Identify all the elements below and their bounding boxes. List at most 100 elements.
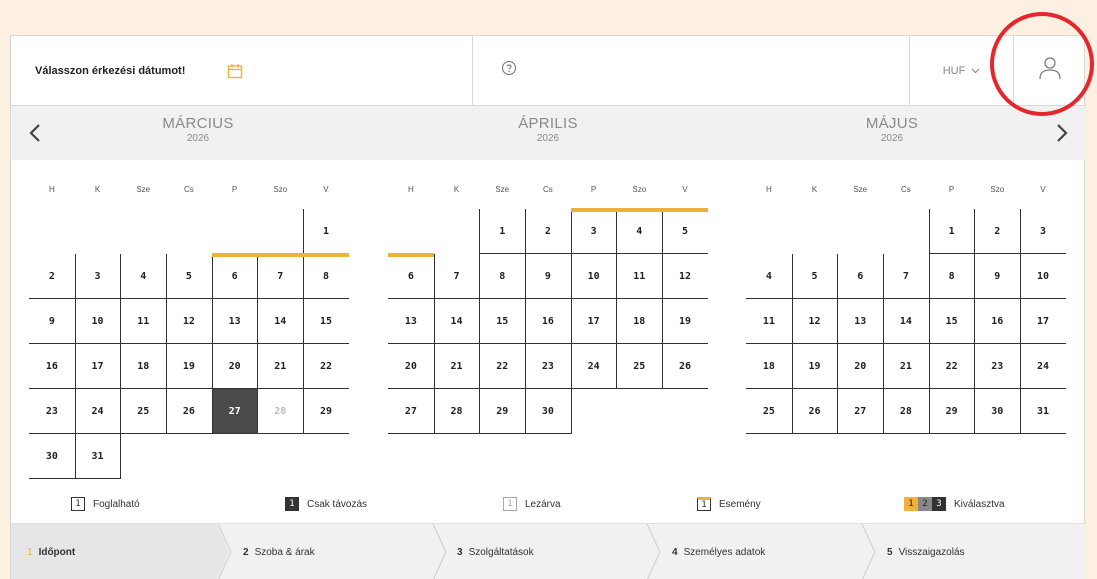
day-cell[interactable]: 13 [837, 299, 884, 344]
day-cell[interactable]: 6 [837, 254, 884, 299]
day-cell[interactable]: 6 [388, 253, 434, 299]
day-cell[interactable]: 2 [29, 254, 75, 299]
day-cell[interactable]: 31 [1020, 389, 1066, 434]
chevron-right-icon[interactable] [1052, 119, 1072, 147]
day-cell[interactable]: 30 [29, 434, 75, 479]
day-cell[interactable]: 31 [74, 434, 121, 479]
day-cell[interactable]: 12 [791, 299, 838, 344]
day-cell[interactable]: 11 [120, 299, 167, 344]
arrival-date-picker[interactable]: Válasszon érkezési dátumot! [11, 36, 473, 105]
day-cell[interactable]: 9 [525, 254, 571, 299]
day-cell[interactable]: 2 [525, 209, 571, 254]
day-cell[interactable]: 7 [433, 254, 480, 299]
day-cell[interactable]: 3 [74, 254, 121, 299]
day-cell[interactable]: 17 [1020, 299, 1066, 344]
day-cell[interactable]: 3 [570, 208, 617, 254]
day-cell[interactable]: 24 [74, 389, 121, 434]
day-cell[interactable]: 25 [120, 389, 167, 434]
day-cell[interactable]: 17 [74, 344, 121, 389]
step-confirmation[interactable]: 5 Visszaigazolás [887, 524, 965, 579]
day-cell[interactable]: 17 [570, 299, 617, 344]
day-cell[interactable]: 21 [433, 344, 480, 389]
day-cell[interactable]: 29 [928, 389, 975, 434]
day-cell[interactable]: 8 [928, 254, 975, 299]
day-cell[interactable]: 30 [525, 389, 571, 434]
day-cell[interactable]: 6 [211, 253, 258, 299]
day-cell[interactable]: 1 [303, 209, 349, 254]
step-date[interactable]: 1 Időpont [11, 524, 229, 579]
day-cell[interactable]: 22 [303, 344, 349, 389]
day-cell[interactable]: 19 [791, 344, 838, 389]
day-cell[interactable]: 8 [303, 253, 349, 299]
day-cell[interactable]: 13 [211, 299, 258, 344]
day-cell[interactable]: 11 [746, 299, 792, 344]
day-cell[interactable]: 30 [974, 389, 1021, 434]
day-cell[interactable]: 27 [837, 389, 884, 434]
day-cell[interactable]: 28 [883, 389, 929, 434]
day-cell[interactable]: 14 [883, 299, 929, 344]
day-cell[interactable]: 7 [257, 253, 304, 299]
day-cell[interactable]: 23 [974, 344, 1021, 389]
day-cell[interactable]: 15 [303, 299, 349, 344]
day-cell[interactable]: 28 [257, 389, 304, 434]
day-cell[interactable]: 21 [257, 344, 304, 389]
day-cell[interactable]: 4 [120, 254, 167, 299]
day-cell[interactable]: 29 [479, 389, 526, 434]
day-cell[interactable]: 9 [974, 254, 1021, 299]
day-cell[interactable]: 27 [211, 389, 258, 434]
help-icon[interactable] [501, 60, 517, 81]
day-cell[interactable]: 8 [479, 254, 526, 299]
day-cell[interactable]: 12 [662, 254, 708, 299]
step-services[interactable]: 3 Szolgáltatások [457, 524, 534, 579]
day-cell[interactable]: 18 [616, 299, 663, 344]
day-cell[interactable]: 13 [388, 299, 434, 344]
day-cell[interactable]: 27 [388, 389, 434, 434]
day-cell[interactable]: 26 [662, 344, 708, 389]
day-cell[interactable]: 24 [570, 344, 617, 389]
day-cell[interactable]: 19 [662, 299, 708, 344]
day-cell[interactable]: 16 [974, 299, 1021, 344]
day-cell[interactable]: 19 [166, 344, 212, 389]
day-cell[interactable]: 4 [616, 208, 663, 254]
day-cell[interactable]: 10 [570, 254, 617, 299]
day-cell[interactable]: 5 [166, 254, 212, 299]
day-cell[interactable]: 20 [211, 344, 258, 389]
day-cell[interactable]: 3 [1020, 209, 1066, 254]
day-cell[interactable]: 5 [791, 254, 838, 299]
day-cell[interactable]: 10 [74, 299, 121, 344]
day-cell[interactable]: 21 [883, 344, 929, 389]
day-cell[interactable]: 18 [746, 344, 792, 389]
day-cell[interactable]: 1 [479, 209, 526, 254]
day-cell[interactable]: 14 [257, 299, 304, 344]
day-cell[interactable]: 16 [29, 344, 75, 389]
day-cell[interactable]: 15 [479, 299, 526, 344]
day-cell[interactable]: 9 [29, 299, 75, 344]
day-cell[interactable]: 23 [29, 389, 75, 434]
day-cell[interactable]: 20 [388, 344, 434, 389]
day-cell[interactable]: 2 [974, 209, 1021, 254]
day-cell[interactable]: 18 [120, 344, 167, 389]
day-cell[interactable]: 1 [928, 209, 975, 254]
day-cell[interactable]: 25 [746, 389, 792, 434]
day-cell[interactable]: 29 [303, 389, 349, 434]
day-cell[interactable]: 22 [479, 344, 526, 389]
day-cell[interactable]: 24 [1020, 344, 1066, 389]
chevron-left-icon[interactable] [25, 119, 45, 147]
day-cell[interactable]: 14 [433, 299, 480, 344]
day-cell[interactable]: 7 [883, 254, 929, 299]
day-cell[interactable]: 25 [616, 344, 663, 389]
day-cell[interactable]: 12 [166, 299, 212, 344]
day-cell[interactable]: 10 [1020, 254, 1066, 299]
step-personal[interactable]: 4 Személyes adatok [672, 524, 765, 579]
day-cell[interactable]: 15 [928, 299, 975, 344]
day-cell[interactable]: 26 [166, 389, 212, 434]
day-cell[interactable]: 16 [525, 299, 571, 344]
day-cell[interactable]: 5 [662, 208, 708, 254]
day-cell[interactable]: 4 [746, 254, 792, 299]
calendar-icon[interactable] [227, 63, 243, 79]
day-cell[interactable]: 20 [837, 344, 884, 389]
day-cell[interactable]: 28 [433, 389, 480, 434]
day-cell[interactable]: 11 [616, 254, 663, 299]
step-room[interactable]: 2 Szoba & árak [243, 524, 315, 579]
day-cell[interactable]: 23 [525, 344, 571, 389]
